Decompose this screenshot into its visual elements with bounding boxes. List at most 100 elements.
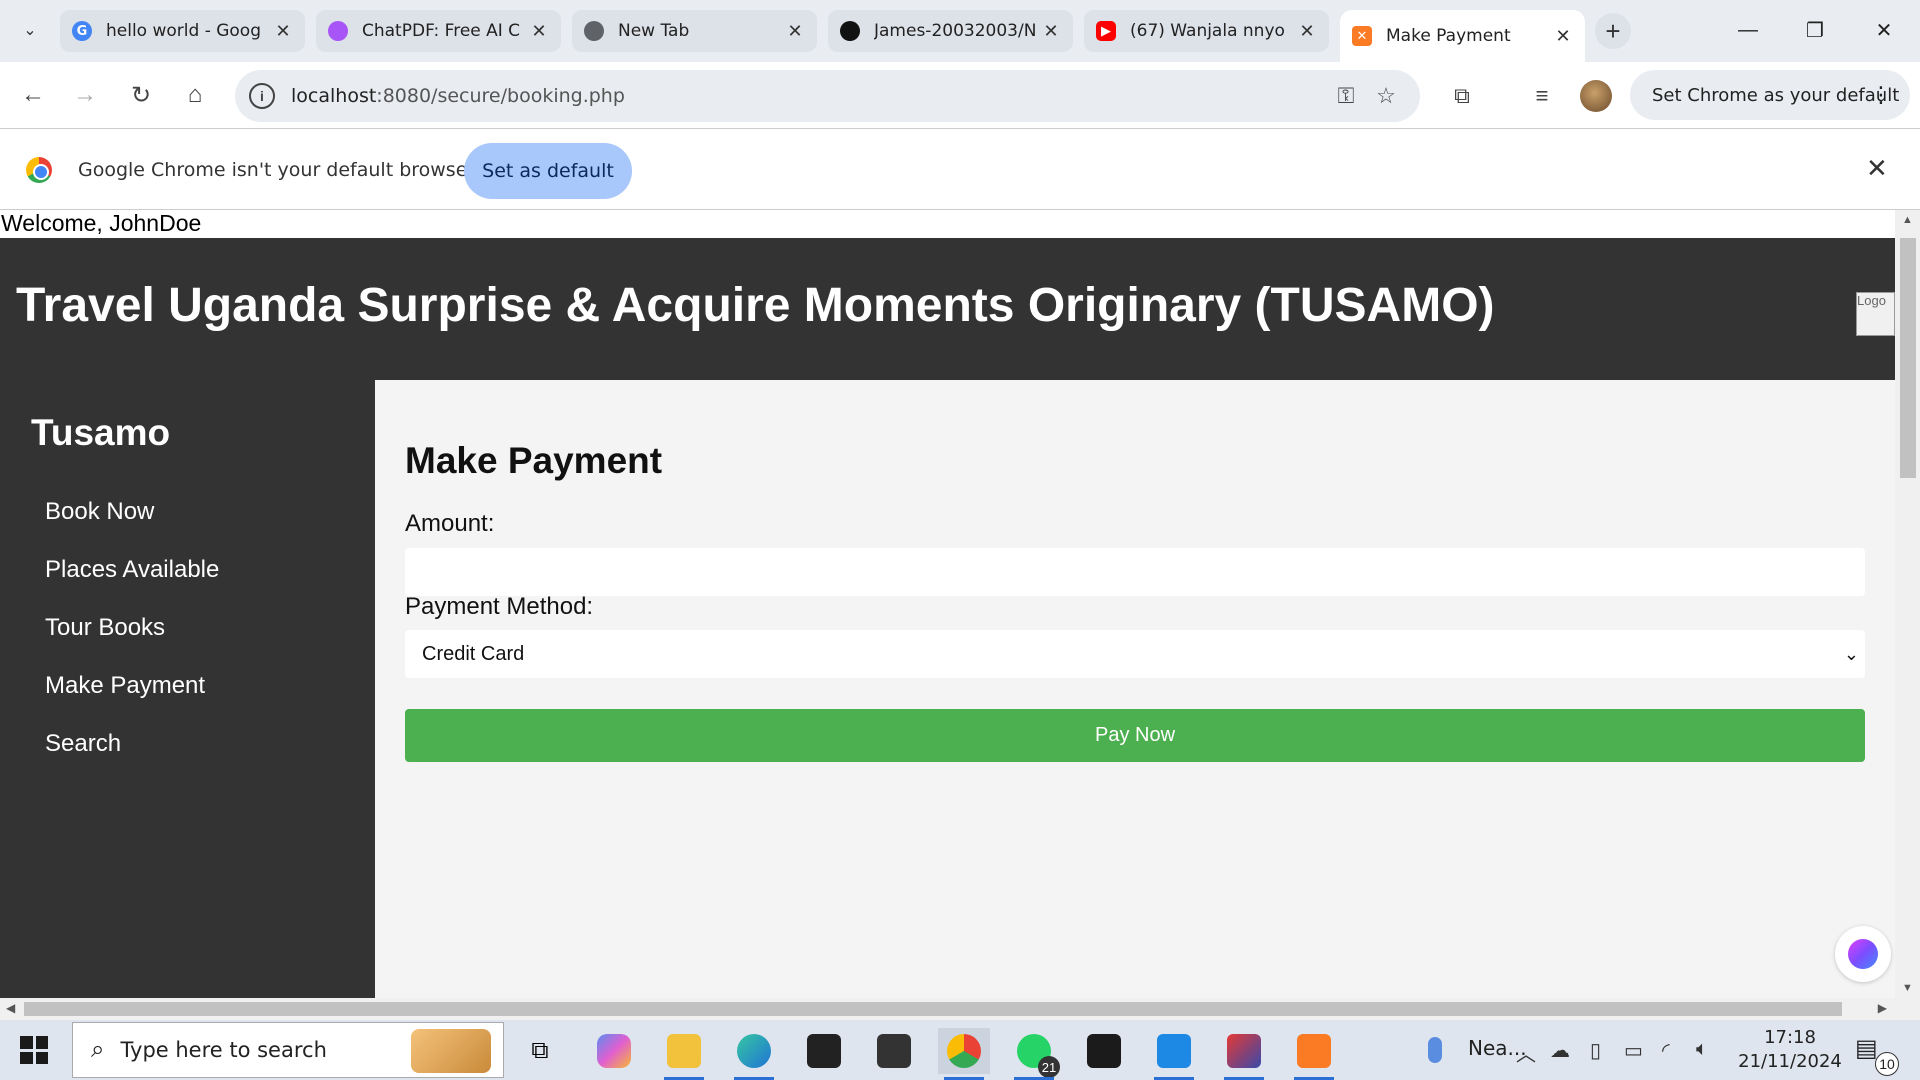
tab-github[interactable]: James-20032003/N ✕ xyxy=(828,10,1073,52)
thermometer-icon xyxy=(1428,1036,1442,1063)
tray-chevron-up-icon[interactable]: ︿ xyxy=(1516,1038,1536,1067)
scroll-right-arrow-icon[interactable]: ▶ xyxy=(1878,1001,1887,1015)
notification-count: 10 xyxy=(1875,1052,1899,1076)
address-bar[interactable]: i localhost:8080/secure/booking.php ⚿ ☆ xyxy=(235,70,1420,122)
close-icon[interactable]: ✕ xyxy=(1297,21,1317,42)
password-key-icon[interactable]: ⚿ xyxy=(1326,76,1366,116)
chrome-taskbar-icon[interactable] xyxy=(938,1028,990,1080)
payment-method-label: Payment Method: xyxy=(405,593,594,620)
weather-widget[interactable]: Nea... xyxy=(1428,1036,1527,1063)
java-app-icon[interactable] xyxy=(1218,1028,1270,1080)
notification-center-icon[interactable]: ▤ 10 xyxy=(1855,1034,1899,1076)
reload-icon[interactable]: ↻ xyxy=(122,76,160,114)
back-arrow-icon[interactable]: ← xyxy=(14,76,52,114)
minimize-icon[interactable]: — xyxy=(1728,12,1768,48)
sidebar: Tusamo Book Now Places Available Tour Bo… xyxy=(0,380,375,998)
bookmark-star-icon[interactable]: ☆ xyxy=(1366,76,1406,116)
amount-input[interactable] xyxy=(405,548,1865,596)
horizontal-scroll-thumb[interactable] xyxy=(24,1002,1842,1016)
whatsapp-badge: 21 xyxy=(1038,1056,1060,1078)
battery-icon[interactable]: ▭ xyxy=(1624,1038,1643,1063)
tab-title: hello world - Goog xyxy=(106,21,262,41)
tab-chatpdf[interactable]: ChatPDF: Free AI C ✕ xyxy=(316,10,561,52)
chatpdf-floating-button[interactable] xyxy=(1835,926,1891,982)
tab-make-payment[interactable]: ✕ Make Payment ✕ xyxy=(1340,10,1585,62)
store-icon[interactable] xyxy=(798,1028,850,1074)
site-info-icon[interactable]: i xyxy=(249,83,275,109)
scrollbar-corner xyxy=(1895,998,1920,1020)
tab-search-chevron-icon[interactable]: ⌄ xyxy=(14,14,46,46)
search-highlight-image xyxy=(411,1029,491,1073)
set-chrome-default-button[interactable]: Set Chrome as your default ⋮ xyxy=(1630,70,1910,120)
welcome-text: Welcome, JohnDoe xyxy=(0,210,1895,238)
sidebar-item-tour-books[interactable]: Tour Books xyxy=(45,614,165,642)
kebab-menu-icon[interactable]: ⋮ xyxy=(1870,83,1892,108)
scroll-up-arrow-icon[interactable]: ▲ xyxy=(1902,214,1913,226)
payment-method-select[interactable]: Credit Card ⌄ xyxy=(405,630,1865,678)
close-icon[interactable]: ✕ xyxy=(1041,21,1061,42)
device-icon[interactable]: ▯ xyxy=(1590,1038,1601,1063)
chatpdf-icon xyxy=(328,21,348,41)
volume-icon[interactable]: 🔈︎ xyxy=(1696,1038,1708,1061)
tab-title: Make Payment xyxy=(1386,26,1511,46)
youtube-icon: ▶ xyxy=(1096,21,1116,41)
media-control-icon[interactable]: ≡ xyxy=(1522,76,1562,116)
pay-now-button[interactable]: Pay Now xyxy=(405,709,1865,762)
windows-taskbar: ⌕ Type here to search ⧉ 21 Nea... ︿ ☁ ▯ … xyxy=(0,1020,1920,1080)
set-as-default-button[interactable]: Set as default xyxy=(464,143,632,199)
home-icon[interactable]: ⌂ xyxy=(176,76,214,114)
page-viewport: Welcome, JohnDoe Travel Uganda Surprise … xyxy=(0,210,1895,998)
onedrive-cloud-icon[interactable]: ☁ xyxy=(1550,1038,1570,1063)
edge-icon[interactable] xyxy=(728,1028,780,1080)
profile-avatar[interactable] xyxy=(1580,80,1612,112)
photos-icon[interactable] xyxy=(1078,1028,1130,1074)
xampp-icon: ✕ xyxy=(1352,26,1372,46)
close-icon[interactable]: ✕ xyxy=(1553,26,1573,47)
horizontal-scrollbar[interactable]: ◀ ▶ xyxy=(0,998,1895,1020)
close-icon[interactable]: ✕ xyxy=(785,21,805,42)
vscode-icon[interactable] xyxy=(1148,1028,1200,1080)
scroll-left-arrow-icon[interactable]: ◀ xyxy=(6,1001,15,1015)
main-content: Make Payment Amount: Payment Method: Cre… xyxy=(375,380,1895,998)
tab-google[interactable]: G hello world - Goog ✕ xyxy=(60,10,305,52)
chevron-down-icon: ⌄ xyxy=(1843,643,1859,664)
tab-strip: ⌄ G hello world - Goog ✕ ChatPDF: Free A… xyxy=(0,0,1920,62)
sidebar-item-places-available[interactable]: Places Available xyxy=(45,556,219,584)
forward-arrow-icon[interactable]: → xyxy=(66,76,104,114)
infobar-close-icon[interactable]: ✕ xyxy=(1866,153,1888,184)
url-text[interactable]: localhost:8080/secure/booking.php xyxy=(291,85,1326,107)
wifi-icon[interactable]: ◜ xyxy=(1662,1038,1670,1063)
task-view-icon[interactable]: ⧉ xyxy=(514,1028,566,1074)
copilot-icon[interactable] xyxy=(588,1028,640,1074)
clock-time: 17:18 xyxy=(1764,1027,1816,1048)
xampp-taskbar-icon[interactable] xyxy=(1288,1028,1340,1080)
sidebar-item-book-now[interactable]: Book Now xyxy=(45,498,154,526)
sidebar-brand: Tusamo xyxy=(31,412,171,453)
restore-icon[interactable]: ❐ xyxy=(1795,12,1835,48)
tab-title: James-20032003/N xyxy=(874,21,1037,41)
sidebar-item-search[interactable]: Search xyxy=(45,730,121,758)
tab-new-tab[interactable]: New Tab ✕ xyxy=(572,10,817,52)
close-icon[interactable]: ✕ xyxy=(529,21,549,42)
amount-label: Amount: xyxy=(405,510,495,537)
scroll-down-arrow-icon[interactable]: ▼ xyxy=(1902,982,1913,994)
vertical-scrollbar[interactable]: ▲ ▼ xyxy=(1895,210,1920,998)
tab-title: ChatPDF: Free AI C xyxy=(362,21,521,41)
file-explorer-icon[interactable] xyxy=(658,1028,710,1080)
sidebar-item-make-payment[interactable]: Make Payment xyxy=(45,672,205,700)
whatsapp-icon[interactable]: 21 xyxy=(1008,1028,1060,1080)
windows-start-icon[interactable] xyxy=(20,1036,48,1064)
vertical-scroll-thumb[interactable] xyxy=(1900,238,1916,478)
mail-icon[interactable] xyxy=(868,1028,920,1074)
new-tab-button[interactable]: + xyxy=(1595,13,1631,49)
set-default-label: Set Chrome as your default xyxy=(1652,84,1900,106)
window-close-icon[interactable]: ✕ xyxy=(1864,12,1904,48)
taskbar-clock[interactable]: 17:18 21/11/2024 xyxy=(1735,1026,1845,1074)
extensions-icon[interactable]: ⧉ xyxy=(1442,76,1482,116)
clock-date: 21/11/2024 xyxy=(1738,1051,1842,1072)
taskbar-search-box[interactable]: ⌕ Type here to search xyxy=(72,1022,504,1078)
tab-youtube[interactable]: ▶ (67) Wanjala nnyo ✕ xyxy=(1084,10,1329,52)
site-title: Travel Uganda Surprise & Acquire Moments… xyxy=(16,279,1495,332)
brain-icon xyxy=(1848,939,1878,969)
close-icon[interactable]: ✕ xyxy=(273,21,293,42)
